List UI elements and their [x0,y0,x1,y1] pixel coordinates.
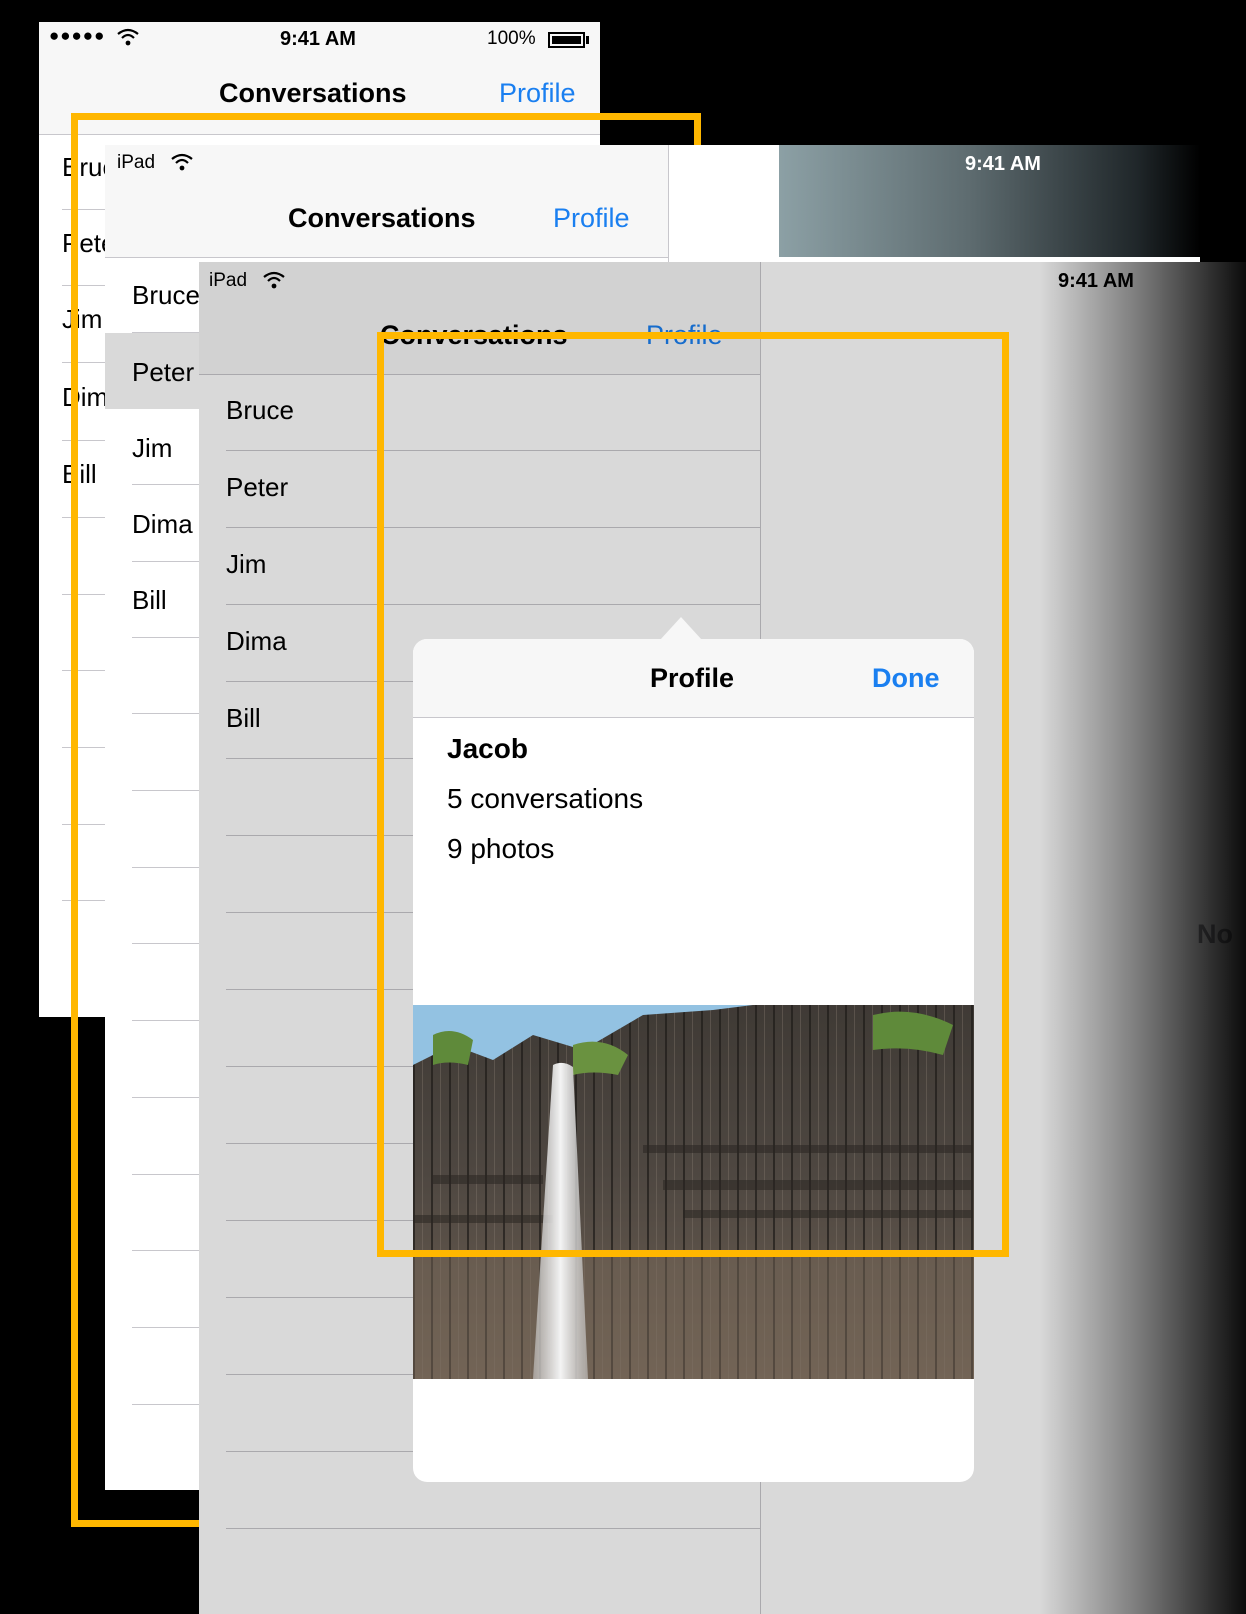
iphone-profile-button[interactable]: Profile [499,78,576,109]
ipad-back-profile-button[interactable]: Profile [553,203,630,234]
edge-shadow [1039,262,1246,1614]
wifi-icon [171,153,193,171]
ipad-back-device-label: iPad [117,152,156,173]
list-item[interactable]: Bruce [132,280,200,311]
signal-icon: ●●●●● [49,26,106,45]
battery-percent: 100% [487,28,536,49]
ipad-back-status-time: 9:41 AM [965,153,1041,175]
list-item[interactable]: Jim [132,433,172,464]
wifi-icon [117,28,139,46]
list-item[interactable]: Bill [132,585,167,616]
iphone-status-time: 9:41 AM [280,28,356,50]
highlight-frame-inner [377,332,1009,1257]
list-item[interactable]: Dima [132,509,193,540]
battery-tip [586,36,589,44]
battery-icon [548,32,585,48]
ipad-back-nav-title: Conversations [288,203,476,233]
iphone-nav-title: Conversations [219,78,407,108]
list-item-selected[interactable]: Peter [132,357,194,388]
